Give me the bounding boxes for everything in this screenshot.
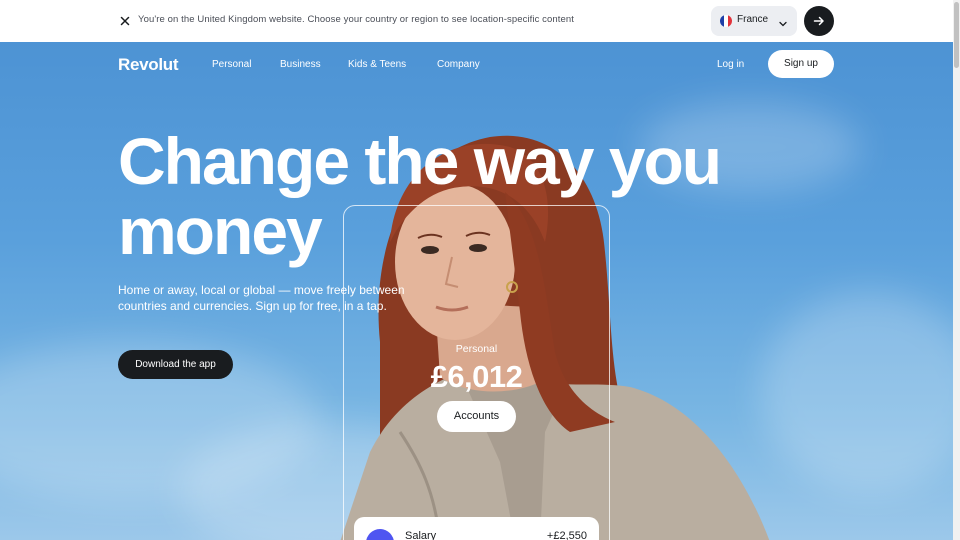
headline-line-1: Change the way you xyxy=(118,124,722,198)
chevron-down-icon xyxy=(778,16,788,27)
signup-button[interactable]: Sign up xyxy=(768,50,834,78)
banner-message: You're on the United Kingdom website. Ch… xyxy=(138,14,575,25)
go-button[interactable] xyxy=(804,6,834,36)
accounts-button[interactable]: Accounts xyxy=(437,401,516,432)
account-label: Personal xyxy=(455,343,498,355)
nav-personal[interactable]: Personal xyxy=(212,59,251,70)
arrow-right-icon xyxy=(813,16,824,26)
nav-business[interactable]: Business xyxy=(280,59,321,70)
headline-line-2: money xyxy=(118,194,323,268)
country-select[interactable]: France xyxy=(711,6,797,36)
revolut-logo[interactable]: Revolut xyxy=(118,55,179,75)
scrollbar-thumb[interactable] xyxy=(954,2,959,68)
france-flag-icon xyxy=(720,15,732,27)
country-select-value: France xyxy=(737,14,769,25)
transaction-icon xyxy=(366,529,394,540)
hero-section: Revolut Personal Business Kids & Teens C… xyxy=(0,42,953,540)
page-scrollbar[interactable] xyxy=(953,0,960,540)
login-link[interactable]: Log in xyxy=(717,59,744,70)
close-icon[interactable] xyxy=(117,13,133,29)
transaction-card: Salary +£2,550 xyxy=(354,517,599,540)
transaction-amount: +£2,550 xyxy=(546,530,587,540)
account-balance: £6,012 xyxy=(430,359,523,394)
nav-company[interactable]: Company xyxy=(437,59,480,70)
transaction-name: Salary xyxy=(405,530,437,540)
location-banner: You're on the United Kingdom website. Ch… xyxy=(0,0,953,42)
nav-kids-teens[interactable]: Kids & Teens xyxy=(348,59,406,70)
download-app-button[interactable]: Download the app xyxy=(118,350,233,379)
